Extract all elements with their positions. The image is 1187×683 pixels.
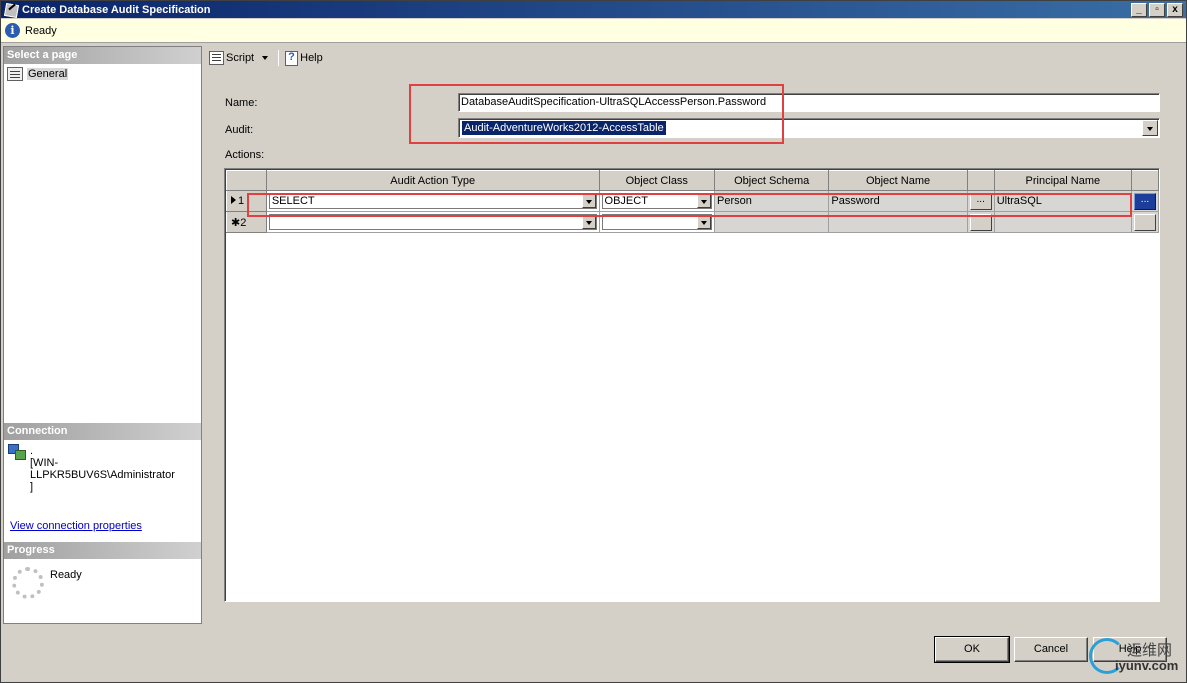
page-item-general[interactable]: General (7, 67, 69, 81)
status-text: Ready (25, 24, 57, 37)
window-title: Create Database Audit Specification (22, 3, 211, 16)
watermark-text-2: iyunv.com (1115, 658, 1179, 673)
cell-action-type[interactable]: SELECT (266, 190, 600, 212)
chevron-down-icon[interactable] (1142, 120, 1158, 136)
actions-grid: Audit Action Type Object Class Object Sc… (224, 168, 1160, 602)
row-number: 2 (240, 216, 247, 229)
progress-spinner-icon (12, 567, 44, 599)
page-item-label: General (27, 68, 69, 80)
watermark-logo: 运维网 iyunv.com (1089, 636, 1185, 676)
script-icon (209, 51, 224, 65)
object-class-combo[interactable] (601, 214, 712, 230)
column-header-audit-action-type[interactable]: Audit Action Type (265, 170, 600, 191)
column-header-blank (966, 170, 995, 191)
actions-label: Actions: (225, 149, 265, 161)
connection-header: Connection (4, 423, 201, 440)
object-class-value: OBJECT (604, 195, 648, 207)
action-type-combo[interactable] (268, 214, 597, 230)
browse-object-button[interactable] (969, 213, 992, 231)
row-header[interactable]: 1 (226, 190, 267, 212)
column-header-object-schema[interactable]: Object Schema (713, 170, 830, 191)
cell-principal-name[interactable] (994, 211, 1132, 233)
object-class-combo[interactable]: OBJECT (601, 193, 712, 209)
current-row-icon (231, 196, 236, 204)
cell-object-name[interactable] (828, 211, 968, 233)
toolbar: Script Help (204, 46, 1185, 70)
name-label: Name: (225, 97, 258, 109)
help-label: Help (300, 52, 323, 64)
left-pane: Select a page General Connection . [WIN-… (3, 46, 202, 624)
watermark-text-1: 运维网 (1127, 642, 1173, 659)
cell-browse-principal[interactable]: ... (1131, 190, 1159, 212)
chevron-down-icon[interactable] (697, 215, 711, 229)
row-number: 1 (238, 195, 245, 207)
dialog-window: Create Database Audit Specification _ ▫ … (0, 0, 1187, 683)
column-header-object-name[interactable]: Object Name (828, 170, 968, 191)
action-type-combo[interactable]: SELECT (268, 193, 597, 209)
audit-selected-value: Audit-AdventureWorks2012-AccessTable (462, 121, 666, 135)
right-pane: Script Help Name: DatabaseAuditSpecifica… (204, 46, 1185, 624)
properties-page-icon (7, 67, 23, 81)
name-field[interactable]: DatabaseAuditSpecification-UltraSQLAcces… (458, 93, 1160, 112)
server-connection-icon (8, 444, 26, 460)
chevron-down-icon[interactable] (262, 56, 269, 60)
action-type-value: SELECT (271, 195, 315, 207)
cell-browse[interactable]: ... (967, 190, 995, 212)
cell-object-name[interactable]: Password (828, 190, 968, 212)
audit-label: Audit: (225, 124, 254, 136)
help-icon (285, 50, 299, 66)
chevron-down-icon[interactable] (581, 215, 596, 229)
table-row[interactable]: 1 SELECT OBJECT Person Password ... Ultr… (226, 190, 1159, 212)
column-header-principal-name[interactable]: Principal Name (993, 170, 1132, 191)
select-page-header: Select a page (4, 47, 201, 64)
cell-browse-principal[interactable] (1131, 211, 1159, 233)
progress-text: Ready (50, 569, 82, 581)
cell-principal-name[interactable]: UltraSQL (994, 190, 1132, 212)
minimize-button[interactable]: _ (1131, 2, 1147, 17)
toolbar-separator (278, 50, 280, 66)
help-toolbar-button[interactable]: Help (282, 49, 326, 68)
status-strip: i Ready (1, 19, 1186, 43)
column-header-object-class[interactable]: Object Class (598, 170, 716, 191)
ok-button[interactable]: OK (934, 636, 1010, 663)
cell-browse[interactable] (967, 211, 995, 233)
cell-object-class[interactable]: OBJECT (599, 190, 716, 212)
audit-select[interactable]: Audit-AdventureWorks2012-AccessTable (458, 118, 1160, 138)
cell-object-schema[interactable]: Person (714, 190, 830, 212)
new-row-icon: ✱ (231, 216, 241, 229)
progress-header: Progress (4, 542, 201, 559)
title-bar: Create Database Audit Specification _ ▫ … (1, 1, 1186, 18)
info-icon: i (5, 23, 20, 38)
script-button[interactable]: Script (206, 49, 275, 67)
script-label: Script (226, 52, 255, 64)
view-connection-properties-link[interactable]: View connection properties (10, 520, 142, 532)
chevron-down-icon[interactable] (697, 194, 711, 208)
maximize-button[interactable]: ▫ (1149, 2, 1165, 17)
cell-object-class[interactable] (599, 211, 716, 233)
chevron-down-icon[interactable] (581, 194, 596, 208)
cell-action-type[interactable] (266, 211, 600, 233)
browse-principal-button[interactable]: ... (1133, 192, 1156, 210)
connection-info: . [WIN-LLPKR5BUV6S\Administrator ] (30, 445, 175, 493)
column-header-blank-2 (1130, 170, 1159, 191)
cancel-button[interactable]: Cancel (1014, 637, 1088, 662)
row-header[interactable]: ✱2 (226, 211, 267, 233)
browse-object-button[interactable]: ... (969, 192, 992, 210)
row-header-corner (226, 170, 267, 191)
audit-tool-icon (4, 3, 19, 17)
close-button[interactable]: x (1167, 2, 1183, 17)
table-row[interactable]: ✱2 (226, 211, 1159, 233)
browse-principal-button[interactable] (1133, 213, 1156, 231)
cell-object-schema[interactable] (714, 211, 830, 233)
